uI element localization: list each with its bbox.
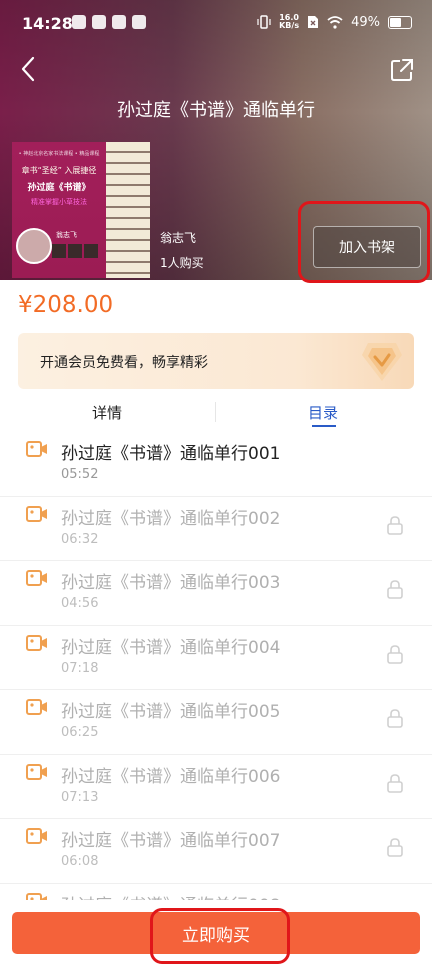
lock-icon <box>387 709 403 728</box>
gallery-icon <box>132 15 146 29</box>
lesson-item[interactable]: 孙过庭《书谱》通临单行007 06:08 <box>0 819 432 884</box>
course-cover-image: • 神赵北京名家书法课程 • 精品课程 章书“圣经” 入展捷径 孙过庭《书谱》 … <box>12 142 150 278</box>
tab-detail[interactable]: 详情 <box>92 402 122 423</box>
back-arrow-icon[interactable] <box>14 54 44 84</box>
lesson-duration: 07:13 <box>61 789 99 805</box>
lesson-title: 孙过庭《书谱》通临单行007 <box>61 831 281 851</box>
lesson-title: 孙过庭《书谱》通临单行006 <box>61 766 281 787</box>
cover-poster: • 神赵北京名家书法课程 • 精品课程 章书“圣经” 入展捷径 孙过庭《书谱》 … <box>12 142 106 278</box>
status-time: 14:28 <box>22 14 73 33</box>
course-price: ¥208.00 <box>18 292 114 318</box>
vibrate-icon <box>257 15 271 29</box>
tiktok-icon <box>72 15 86 29</box>
lock-icon <box>387 773 403 793</box>
lesson-title: 孙过庭《书谱》通临单行002 <box>61 508 281 529</box>
membership-text: 开通会员免费看，畅享精彩 <box>40 355 208 371</box>
calligraphy-artwork <box>106 142 150 278</box>
wechat-icon <box>112 15 126 29</box>
membership-banner[interactable]: 开通会员免费看，畅享精彩 <box>18 333 414 389</box>
status-app-icons <box>72 15 146 29</box>
content-tabs: 详情 目录 <box>0 396 432 432</box>
battery-percent: 49% <box>351 14 380 30</box>
lesson-list: 孙过庭《书谱》通临单行001 05:52 孙过庭《书谱》通临单行002 06:3… <box>0 432 432 948</box>
cover-line-b: 孙过庭《书谱》 <box>27 183 91 193</box>
lock-icon <box>387 644 403 664</box>
lesson-duration: 06:32 <box>61 531 99 547</box>
tab-divider <box>215 402 216 422</box>
no-sim-icon <box>308 16 319 28</box>
cover-line-a: 章书“圣经” 入展捷径 <box>21 166 97 175</box>
share-icon[interactable] <box>388 56 416 84</box>
lesson-duration: 06:25 <box>61 725 99 740</box>
lesson-duration: 04:56 <box>61 596 99 611</box>
buyer-count: 1人购买 <box>160 256 204 270</box>
page-title: 孙过庭《书谱》通临单行 <box>117 100 315 121</box>
net-speed: 16.0 KB/s <box>279 14 299 30</box>
lesson-item[interactable]: 孙过庭《书谱》通临单行003 04:56 <box>0 561 432 626</box>
video-icon <box>26 634 47 651</box>
lock-icon <box>387 838 403 857</box>
lock-icon <box>387 515 403 535</box>
lesson-title: 孙过庭《书谱》通临单行005 <box>61 702 281 722</box>
status-bar: 14:28 16.0 KB/s 49% <box>0 0 432 44</box>
lesson-title: 孙过庭《书谱》通临单行003 <box>61 573 281 593</box>
add-to-shelf-highlight <box>298 201 430 283</box>
lock-icon <box>387 580 403 599</box>
lesson-duration: 05:52 <box>61 467 99 482</box>
lesson-item[interactable]: 孙过庭《书谱》通临单行004 07:18 <box>0 626 432 690</box>
lesson-item[interactable]: 孙过庭《书谱》通临单行006 07:13 <box>0 755 432 819</box>
tab-catalog[interactable]: 目录 <box>308 402 338 423</box>
video-icon <box>26 763 47 780</box>
lesson-title: 孙过庭《书谱》通临单行001 <box>61 444 281 464</box>
weibo-icon <box>92 15 106 29</box>
active-tab-indicator <box>312 425 336 427</box>
video-icon <box>26 505 47 522</box>
lesson-duration: 07:18 <box>61 660 99 676</box>
video-icon <box>26 828 47 844</box>
buy-now-highlight <box>150 908 290 964</box>
cover-line-c: 精准掌握小草技法 <box>31 198 87 206</box>
video-icon <box>26 699 47 715</box>
battery-icon <box>388 15 412 29</box>
video-icon <box>26 570 47 586</box>
cover-teacher-name: 翁志飞 <box>56 231 77 239</box>
video-icon <box>26 441 47 457</box>
course-author: 翁志飞 <box>160 231 197 245</box>
cover-thumbnails <box>52 244 98 258</box>
status-right: 16.0 KB/s 49% <box>257 14 412 30</box>
lesson-item[interactable]: 孙过庭《书谱》通临单行001 05:52 <box>0 432 432 497</box>
cover-top-line: • 神赵北京名家书法课程 • 精品课程 <box>18 151 100 157</box>
lesson-item[interactable]: 孙过庭《书谱》通临单行005 06:25 <box>0 690 432 755</box>
cover-teacher-avatar <box>16 228 52 264</box>
vip-badge-icon <box>362 343 402 381</box>
net-speed-unit: KB/s <box>279 21 300 30</box>
lesson-item[interactable]: 孙过庭《书谱》通临单行002 06:32 <box>0 497 432 561</box>
lesson-title: 孙过庭《书谱》通临单行004 <box>61 637 281 658</box>
wifi-icon <box>327 15 343 29</box>
lesson-duration: 06:08 <box>61 854 99 869</box>
